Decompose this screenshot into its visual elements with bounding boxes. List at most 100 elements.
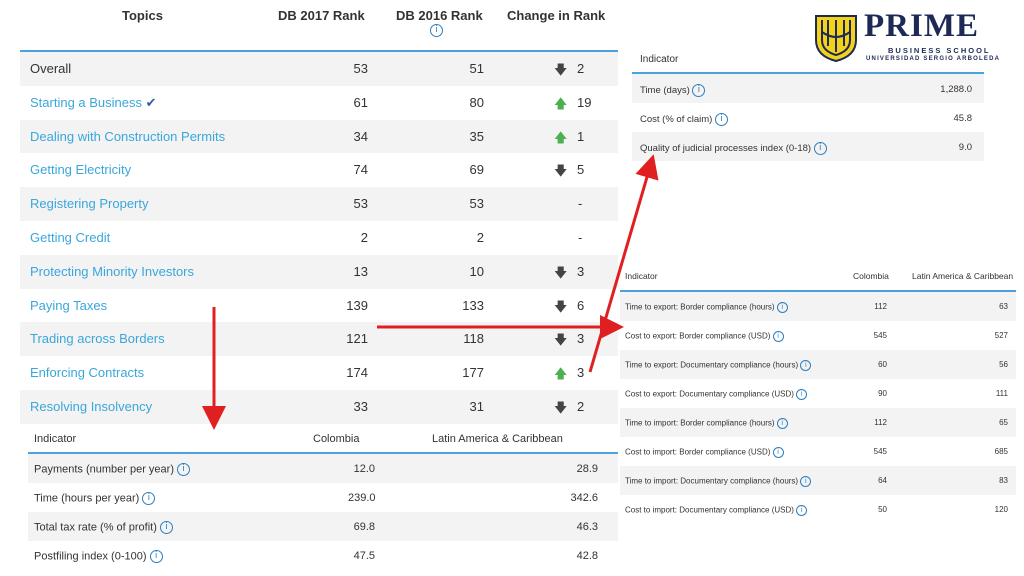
contracts-body: Time (days) i 1,288.0 Cost (% of claim) i 4… xyxy=(632,74,984,161)
indicator-cell: Cost to export: Border compliance (USD) … xyxy=(625,331,784,342)
topic-link[interactable]: Registering Property xyxy=(30,196,149,211)
topic-link[interactable]: Getting Electricity xyxy=(30,162,131,177)
indicator-cell: Cost to export: Documentary compliance (… xyxy=(625,389,808,400)
indicator-label: Postfiling index (0-100) xyxy=(34,550,147,563)
arrow-down-icon: 🡇 xyxy=(554,62,568,77)
logo-subtitle: BUSINESS SCHOOL xyxy=(888,46,991,55)
table-row: Starting a Business ✔ 61 80 🡅 19 xyxy=(20,86,618,120)
topic-link[interactable]: Enforcing Contracts xyxy=(30,365,144,380)
header-indicator: Indicator xyxy=(640,54,679,65)
table-row: Time to import: Documentary compliance (… xyxy=(620,466,1016,495)
rank-change: 19 xyxy=(577,94,592,110)
info-icon[interactable]: i xyxy=(714,113,728,126)
lac-value: 46.3 xyxy=(576,521,598,533)
info-icon[interactable]: i xyxy=(800,360,812,371)
indicator-cell: Total tax rate (% of profit) i xyxy=(34,521,173,534)
indicator-cell: Time to import: Documentary compliance (… xyxy=(625,476,812,487)
indicator-label: Quality of judicial processes index (0-1… xyxy=(640,143,812,155)
table-row: Trading across Borders 121 118 🡇 3 xyxy=(20,322,618,357)
info-icon[interactable]: i xyxy=(776,418,788,429)
topic-link[interactable]: Starting a Business ✔ xyxy=(30,95,157,111)
trading-across-borders-table: Indicator Colombia Latin America & Carib… xyxy=(620,262,1016,524)
value-cell: 9.0 xyxy=(958,142,972,153)
table-row: Cost (% of claim) i 45.8 xyxy=(632,103,984,132)
info-icon[interactable]: i xyxy=(772,447,784,458)
indicator-label: Payments (number per year) xyxy=(34,463,174,476)
indicator-cell: Cost to import: Border compliance (USD) … xyxy=(625,447,784,458)
table-row: Postfiling index (0-100) i 47.5 42.8 xyxy=(28,541,618,570)
rank-2017: 121 xyxy=(346,331,368,347)
topic-label: Protecting Minority Investors xyxy=(30,263,195,279)
lac-value: 56 xyxy=(999,360,1008,369)
logo-university: UNIVERSIDAD SERGIO ARBOLEDA xyxy=(866,56,1001,62)
indicator-label: Cost (% of claim) xyxy=(640,114,713,126)
lac-value: 42.8 xyxy=(576,550,598,562)
info-icon[interactable]: i xyxy=(796,505,808,516)
lac-value: 120 xyxy=(994,505,1008,514)
indicator-cell: Time (days) i xyxy=(640,84,706,97)
topic-link: Overall xyxy=(30,61,71,76)
colombia-value: 69.8 xyxy=(353,521,375,533)
colombia-value: 112 xyxy=(874,418,887,427)
topic-label: Getting Credit xyxy=(30,229,111,245)
topic-link[interactable]: Trading across Borders xyxy=(30,331,165,346)
info-icon[interactable]: i xyxy=(142,492,156,505)
rank-2017: 2 xyxy=(360,229,368,245)
ranking-header: Topics DB 2017 Rank DB 2016 Rank i Chang… xyxy=(20,0,618,52)
header-indicator: Indicator xyxy=(34,433,77,445)
indicator-label: Cost to export: Border compliance (USD) xyxy=(625,331,771,341)
info-icon[interactable]: i xyxy=(430,24,443,37)
info-icon[interactable]: i xyxy=(796,389,808,400)
topic-link[interactable]: Resolving Insolvency xyxy=(30,399,152,414)
indicator-label: Time to import: Border compliance (hours… xyxy=(625,418,775,428)
lac-value: 63 xyxy=(999,302,1008,311)
table-row: Cost to import: Border compliance (USD) … xyxy=(620,437,1016,466)
info-icon[interactable]: i xyxy=(800,476,812,487)
rank-2016: 10 xyxy=(469,263,484,279)
info-icon[interactable]: i xyxy=(159,521,173,534)
colombia-value: 90 xyxy=(878,389,887,398)
trading-header: Indicator Colombia Latin America & Carib… xyxy=(620,262,1016,292)
indicator-cell: Payments (number per year) i xyxy=(34,463,191,476)
table-row: Overall 53 51 🡇 2 xyxy=(20,52,618,86)
info-icon[interactable]: i xyxy=(177,463,191,476)
rank-change: 3 xyxy=(577,365,585,381)
info-icon[interactable]: i xyxy=(772,331,784,342)
indicator-cell: Postfiling index (0-100) i xyxy=(34,550,163,563)
indicator-cell: Cost to import: Documentary compliance (… xyxy=(625,505,808,516)
topic-label: Trading across Borders xyxy=(30,331,165,347)
topic-link[interactable]: Paying Taxes xyxy=(30,298,107,313)
topic-link[interactable]: Dealing with Construction Permits xyxy=(30,129,225,144)
info-icon[interactable]: i xyxy=(813,142,827,155)
table-row: Paying Taxes 139 133 🡇 6 xyxy=(20,289,618,323)
indicator-label: Cost to export: Documentary compliance (… xyxy=(625,389,794,399)
table-row: Total tax rate (% of profit) i 69.8 46.3 xyxy=(28,512,618,541)
header-lac: Latin America & Caribbean xyxy=(912,271,1014,281)
arrow-down-icon: 🡇 xyxy=(554,264,568,280)
info-icon[interactable]: i xyxy=(692,84,706,97)
colombia-value: 112 xyxy=(874,302,887,311)
table-row: Resolving Insolvency 33 31 🡇 2 xyxy=(20,389,618,424)
topic-link[interactable]: Getting Credit xyxy=(30,230,110,245)
lac-value: 685 xyxy=(994,447,1008,456)
info-icon[interactable]: i xyxy=(776,302,788,313)
info-icon[interactable]: i xyxy=(149,550,163,563)
value-cell: 45.8 xyxy=(953,113,973,124)
lac-value: 65 xyxy=(999,418,1008,427)
logo-title: PRIME xyxy=(864,8,979,44)
header-db2017: DB 2017 Rank xyxy=(278,8,365,23)
lac-value: 527 xyxy=(994,331,1008,340)
header-colombia: Colombia xyxy=(313,433,360,445)
table-row: Registering Property 53 53 - xyxy=(20,187,618,221)
topic-link[interactable]: Protecting Minority Investors xyxy=(30,264,194,279)
indicator-cell: Time to import: Border compliance (hours… xyxy=(625,418,788,429)
indicator-label: Time to export: Documentary compliance (… xyxy=(625,360,799,370)
header-lac: Latin America & Caribbean xyxy=(432,433,563,445)
rank-2016: 133 xyxy=(462,297,484,313)
rank-2016: 118 xyxy=(463,331,484,347)
rank-2016: 53 xyxy=(469,196,484,212)
rank-2017: 13 xyxy=(353,263,368,279)
rank-2017: 61 xyxy=(353,94,368,110)
table-row: Getting Credit 2 2 - xyxy=(20,221,618,255)
header-topics: Topics xyxy=(122,8,163,23)
